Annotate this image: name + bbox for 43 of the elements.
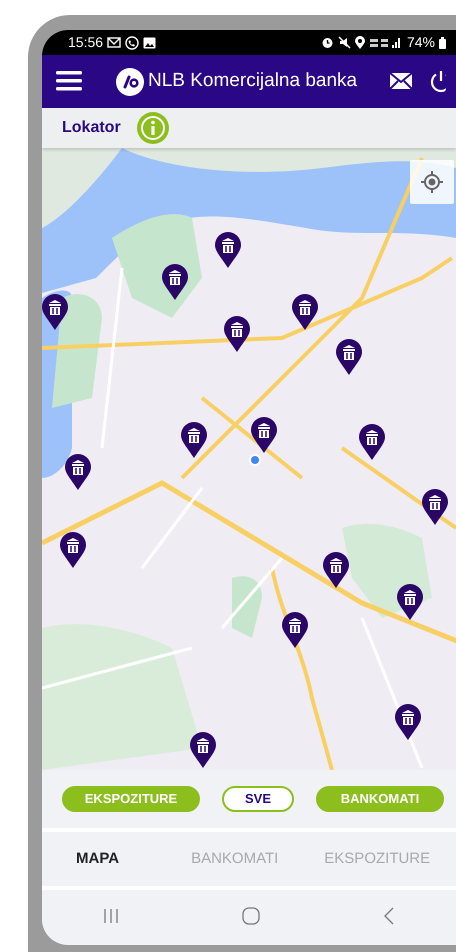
map-pin[interactable]: [395, 704, 421, 740]
page-title: Lokator: [62, 118, 121, 138]
map-pin[interactable]: [422, 489, 448, 525]
filter-button[interactable]: SVE: [222, 786, 294, 812]
tab[interactable]: MAPA: [76, 848, 120, 870]
power-button[interactable]: [429, 69, 446, 94]
map-pin[interactable]: [323, 552, 349, 588]
back-icon[interactable]: [382, 906, 395, 924]
signal-icon: [368, 36, 403, 49]
map-pin[interactable]: [190, 732, 216, 768]
map-pin[interactable]: [251, 417, 277, 453]
map-pin[interactable]: [60, 532, 86, 568]
map-pin[interactable]: [224, 316, 250, 352]
map-pin[interactable]: [65, 454, 91, 490]
menu-button[interactable]: [56, 70, 82, 94]
my-location-button[interactable]: [410, 160, 454, 204]
tab[interactable]: BANKOMATI: [191, 848, 278, 870]
tab[interactable]: EKSPOZITURE: [324, 848, 430, 870]
filter-button[interactable]: EKSPOZITURE: [62, 786, 200, 812]
status-time: 15:56: [68, 33, 104, 52]
map-pin[interactable]: [215, 232, 241, 268]
alarm-icon: [320, 36, 334, 49]
map-pin[interactable]: [336, 339, 362, 375]
app-title: NLB Komercijalna banka: [148, 69, 358, 94]
map-pin[interactable]: [162, 264, 188, 300]
location-icon: [354, 36, 365, 49]
map-pin[interactable]: [292, 294, 318, 330]
home-icon[interactable]: [242, 906, 260, 924]
battery-level: 74%: [406, 33, 435, 52]
map-pin[interactable]: [397, 584, 423, 620]
image-icon: [143, 36, 156, 48]
phone-icon: [125, 36, 140, 50]
mail-icon: [107, 37, 122, 48]
map-pin[interactable]: [181, 422, 207, 458]
map-pin[interactable]: [42, 294, 68, 330]
my-location-icon[interactable]: [420, 170, 444, 194]
filter-button[interactable]: BANKOMATI: [316, 786, 444, 812]
map-pin[interactable]: [359, 424, 385, 460]
map-pin[interactable]: [282, 612, 308, 648]
recent-apps-icon[interactable]: [103, 908, 120, 924]
mute-icon: [338, 36, 351, 49]
logo-icon: [116, 68, 144, 96]
battery-icon: [439, 36, 446, 48]
